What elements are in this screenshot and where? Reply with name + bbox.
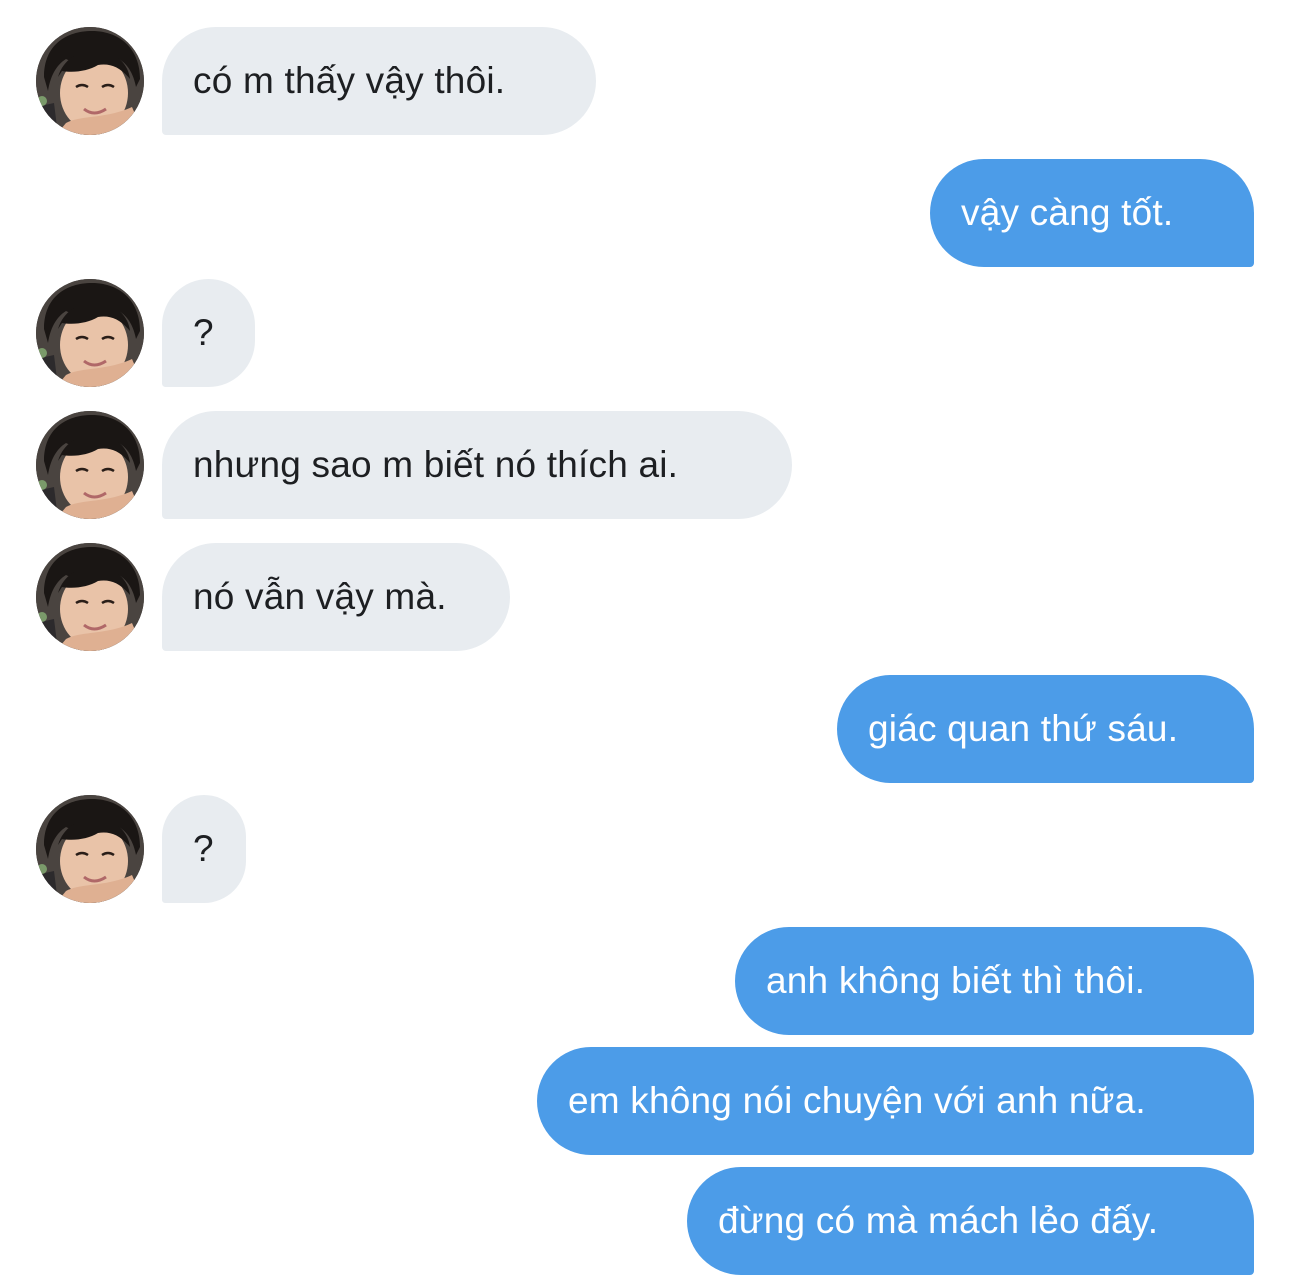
message-text: em không nói chuyện với anh nữa. [568,1080,1146,1121]
avatar-photo-icon [36,795,144,903]
message-text: vậy càng tốt. [961,192,1174,233]
message-text: có m thấy vậy thôi. [193,60,506,101]
message-row: ? [0,279,1290,387]
avatar-photo-icon [36,543,144,651]
incoming-message-bubble[interactable]: nhưng sao m biết nó thích ai. [162,411,792,519]
incoming-message-bubble[interactable]: ? [162,279,255,387]
outgoing-message-bubble[interactable]: đừng có mà mách lẻo đấy. [687,1167,1254,1275]
message-row: ? [0,795,1290,903]
incoming-message-bubble[interactable]: ? [162,795,246,903]
contact-avatar[interactable] [36,795,144,903]
message-text: ? [193,312,214,353]
message-row: giác quan thứ sáu. [0,675,1290,783]
incoming-message-bubble[interactable]: có m thấy vậy thôi. [162,27,596,135]
message-text: nó vẫn vậy mà. [193,576,447,617]
avatar-photo-icon [36,411,144,519]
outgoing-message-bubble[interactable]: em không nói chuyện với anh nữa. [537,1047,1254,1155]
message-text: nhưng sao m biết nó thích ai. [193,444,679,485]
contact-avatar[interactable] [36,27,144,135]
message-row: em không nói chuyện với anh nữa. [0,1047,1290,1155]
message-text: ? [193,828,214,869]
message-text: anh không biết thì thôi. [766,960,1146,1001]
incoming-message-bubble[interactable]: nó vẫn vậy mà. [162,543,510,651]
contact-avatar[interactable] [36,279,144,387]
avatar-photo-icon [36,27,144,135]
message-text: đừng có mà mách lẻo đấy. [718,1200,1159,1241]
outgoing-message-bubble[interactable]: vậy càng tốt. [930,159,1254,267]
message-row: nó vẫn vậy mà. [0,543,1290,651]
avatar-photo-icon [36,279,144,387]
outgoing-message-bubble[interactable]: giác quan thứ sáu. [837,675,1254,783]
outgoing-message-bubble[interactable]: anh không biết thì thôi. [735,927,1254,1035]
message-row: vậy càng tốt. [0,159,1290,267]
message-row: nhưng sao m biết nó thích ai. [0,411,1290,519]
contact-avatar[interactable] [36,543,144,651]
contact-avatar[interactable] [36,411,144,519]
message-text: giác quan thứ sáu. [868,708,1179,749]
message-row: anh không biết thì thôi. [0,927,1290,1035]
message-row: có m thấy vậy thôi. [0,27,1290,135]
message-row: đừng có mà mách lẻo đấy. [0,1167,1290,1275]
